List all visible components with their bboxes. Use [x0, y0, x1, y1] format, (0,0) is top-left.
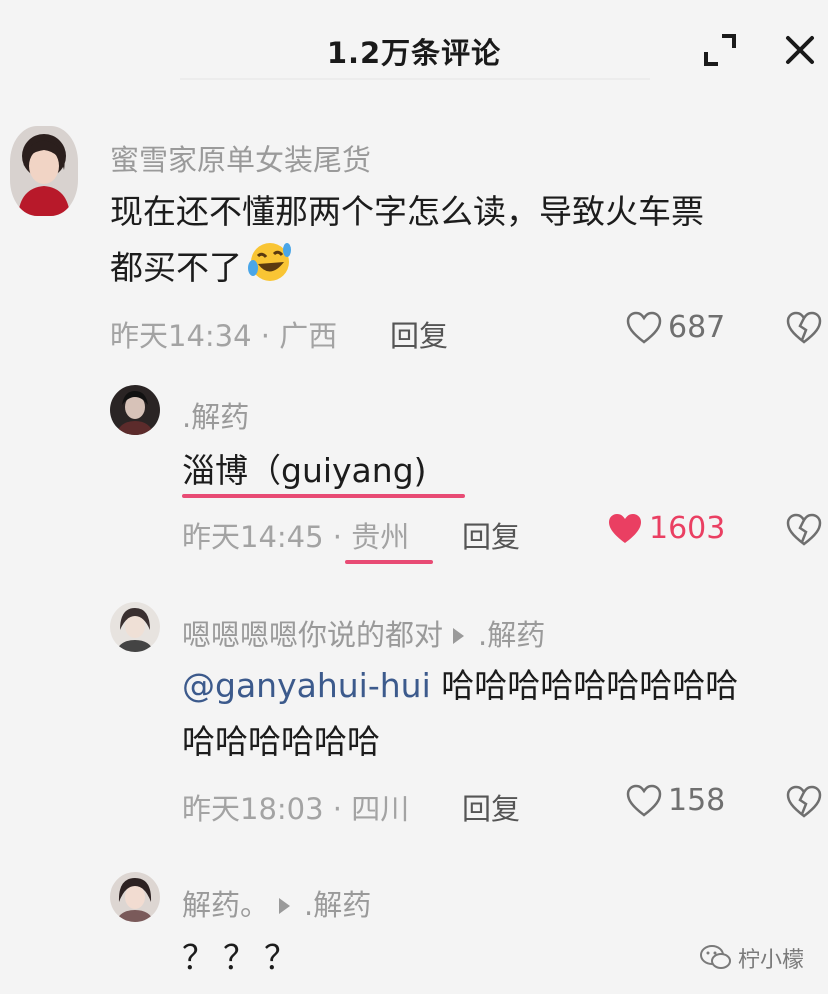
avatar[interactable] [110, 872, 160, 922]
reply-text-part: 哈哈哈哈哈哈哈哈哈 [430, 666, 739, 705]
reply-target-username[interactable]: .解药 [304, 888, 371, 922]
like-count: 687 [668, 310, 726, 345]
avatar[interactable] [110, 602, 160, 652]
reply-username-line: 嗯嗯嗯嗯你说的都对 .解药 [182, 612, 545, 654]
laughing-crying-emoji [246, 240, 292, 299]
reply-username[interactable]: 解药。 [182, 888, 269, 922]
reply-username[interactable]: .解药 [182, 394, 249, 436]
highlight-underline [182, 494, 465, 498]
wechat-icon [700, 945, 731, 969]
avatar[interactable] [10, 126, 78, 216]
mention-link[interactable]: @ganyahui-hui [182, 666, 431, 705]
comment-text: 现在还不懂那两个字怎么读，导致火车票 [110, 192, 704, 231]
watermark-text: 柠小檬 [738, 948, 805, 973]
comments-panel: 1.2万条评论 蜜雪家原单女装尾货 现在还不懂那两个字怎么读，导致火车票 都买不… [0, 0, 828, 994]
comment-username[interactable]: 蜜雪家原单女装尾货 [110, 137, 371, 179]
reply-time: 昨天14:45 · [182, 520, 352, 554]
broken-heart-icon[interactable] [786, 785, 822, 821]
reply-time-location: 昨天14:45 · 贵州 [182, 514, 409, 556]
watermark: 柠小檬 [700, 942, 804, 974]
reply-arrow-icon [279, 898, 291, 914]
like-count: 1603 [649, 511, 726, 546]
reply-text: ？？？ [182, 938, 305, 977]
like-button[interactable]: 1603 [607, 511, 725, 546]
highlight-underline-location [345, 560, 433, 564]
broken-heart-icon[interactable] [786, 513, 822, 549]
heart-outline-icon [626, 311, 662, 344]
comment-time-location: 昨天14:34 · 广西 [110, 319, 338, 353]
heart-outline-icon [626, 784, 662, 817]
reply-button[interactable]: 回复 [390, 313, 448, 355]
broken-heart-icon[interactable] [786, 311, 822, 347]
comment-text-part: 都买不了 [110, 248, 242, 287]
comment-text-line2: 都买不了 [110, 240, 292, 299]
expand-icon[interactable] [700, 30, 740, 70]
reply-target-username[interactable]: .解药 [478, 618, 545, 652]
reply-text-line2: 哈哈哈哈哈哈 [182, 722, 380, 761]
reply-username-line: 解药。 .解药 [182, 882, 371, 924]
like-button[interactable]: 687 [626, 310, 725, 345]
like-button[interactable]: 158 [626, 783, 725, 818]
like-count: 158 [668, 783, 726, 818]
close-icon[interactable] [780, 30, 820, 70]
reply-time-location: 昨天18:03 · 四川 [182, 792, 410, 826]
reply-button[interactable]: 回复 [462, 786, 520, 828]
reply-location: 贵州 [351, 520, 410, 554]
reply-text: @ganyahui-hui 哈哈哈哈哈哈哈哈哈 [182, 660, 738, 712]
reply-button[interactable]: 回复 [462, 514, 520, 556]
reply-text: 淄博（guiyang) [182, 451, 427, 490]
heart-filled-icon [609, 513, 641, 543]
avatar[interactable] [110, 385, 160, 435]
reply-arrow-icon [453, 628, 465, 644]
comments-header: 1.2万条评论 [0, 0, 828, 90]
reply-username[interactable]: 嗯嗯嗯嗯你说的都对 [182, 618, 443, 652]
divider [180, 78, 650, 80]
